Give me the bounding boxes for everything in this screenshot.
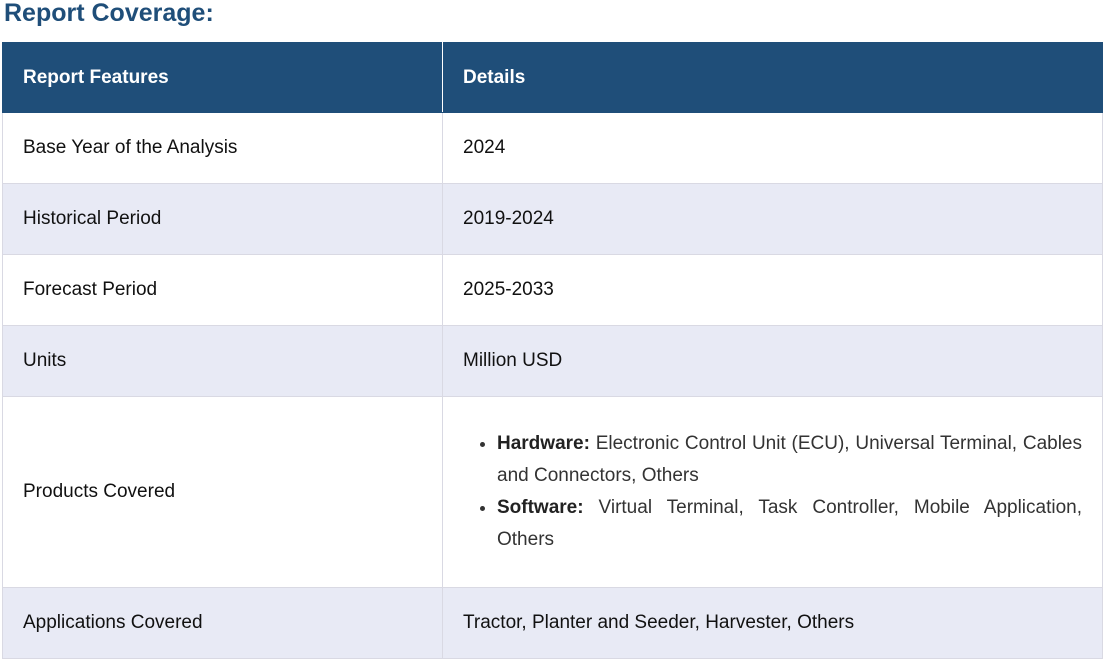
column-header-details: Details — [442, 42, 1103, 113]
details-cell: 2024 — [442, 112, 1103, 184]
table-row: Base Year of the Analysis 2024 — [2, 112, 1103, 184]
details-cell: 2019-2024 — [442, 183, 1103, 255]
details-cell: Tractor, Planter and Seeder, Harvester, … — [442, 587, 1103, 659]
list-item: Software: Virtual Terminal, Task Control… — [497, 492, 1082, 556]
product-category-label: Software: — [497, 497, 584, 518]
product-category-label: Hardware: — [497, 433, 590, 454]
table-row: Forecast Period 2025-2033 — [2, 254, 1103, 326]
list-item: Hardware: Electronic Control Unit (ECU),… — [497, 428, 1082, 492]
details-cell: Million USD — [442, 325, 1103, 397]
page-title: Report Coverage: — [4, 0, 214, 27]
table-row: Units Million USD — [2, 325, 1103, 397]
products-list: Hardware: Electronic Control Unit (ECU),… — [463, 428, 1082, 556]
feature-cell: Products Covered — [2, 396, 443, 588]
feature-cell: Units — [2, 325, 443, 397]
table-row: Historical Period 2019-2024 — [2, 183, 1103, 255]
details-cell: 2025-2033 — [442, 254, 1103, 326]
table-row: Products Covered Hardware: Electronic Co… — [2, 396, 1103, 588]
column-header-features: Report Features — [2, 42, 443, 113]
feature-cell: Forecast Period — [2, 254, 443, 326]
feature-cell: Base Year of the Analysis — [2, 112, 443, 184]
feature-cell: Historical Period — [2, 183, 443, 255]
product-category-text: Virtual Terminal, Task Controller, Mobil… — [497, 497, 1082, 550]
table-header-row: Report Features Details — [2, 42, 1103, 113]
table-row: Applications Covered Tractor, Planter an… — [2, 587, 1103, 659]
report-coverage-table: Report Features Details Base Year of the… — [2, 42, 1103, 659]
feature-cell: Applications Covered — [2, 587, 443, 659]
details-cell: Hardware: Electronic Control Unit (ECU),… — [442, 396, 1103, 588]
